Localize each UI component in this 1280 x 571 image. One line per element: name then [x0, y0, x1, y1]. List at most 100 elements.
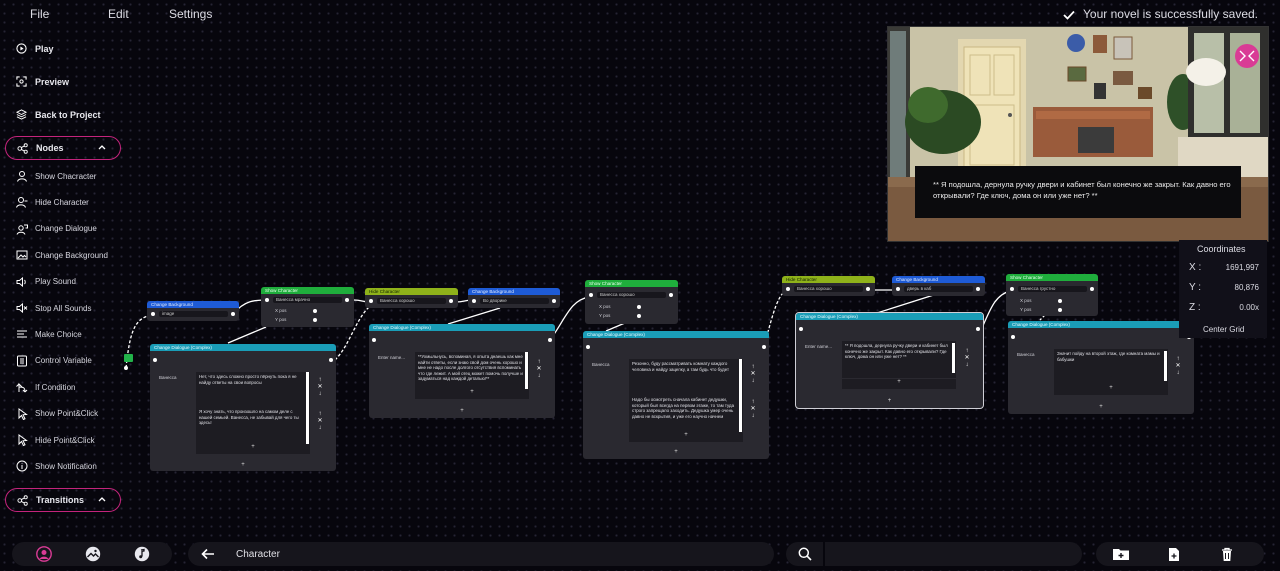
scrollbar[interactable]: [952, 343, 955, 373]
add-choice-button[interactable]: +: [369, 408, 555, 414]
add-line-button[interactable]: +: [842, 379, 956, 389]
speaker-name[interactable]: Enter name...: [805, 344, 832, 349]
add-line-button[interactable]: +: [415, 389, 529, 399]
node-output-port[interactable]: [329, 358, 333, 362]
close-icon[interactable]: ✕: [317, 384, 323, 390]
back-button[interactable]: [198, 544, 218, 564]
move-up-icon[interactable]: ↑: [536, 359, 542, 365]
close-icon[interactable]: ✕: [536, 366, 542, 372]
add-line-button[interactable]: +: [629, 432, 743, 442]
speaker-name[interactable]: Enter name...: [378, 355, 405, 360]
move-down-icon[interactable]: ↓: [317, 391, 323, 397]
dialogue-text[interactable]: **Ухмыльнусь, вспоминая, я опыта днаешь …: [415, 352, 529, 390]
character-select[interactable]: Ванесса хорошо: [794, 286, 863, 292]
node-output-port[interactable]: [1090, 287, 1094, 291]
dialogue-text[interactable]: Нет, что здесь сложно просто пёрнуть пок…: [196, 372, 310, 409]
scrollbar[interactable]: [525, 352, 528, 390]
node-input-port[interactable]: [1011, 335, 1015, 339]
move-down-icon[interactable]: ↓: [536, 373, 542, 379]
close-icon[interactable]: ✕: [750, 406, 756, 412]
node-show-character[interactable]: Show Character Ванесса хорошо X pos Y po…: [585, 280, 678, 324]
scrollbar[interactable]: [306, 372, 309, 409]
move-down-icon[interactable]: ↓: [750, 378, 756, 384]
node-input-port[interactable]: [153, 358, 157, 362]
node-change-dialogue[interactable]: Change Dialogue (Complex) Ванесса Нет, ч…: [150, 344, 336, 471]
node-output-port[interactable]: [345, 298, 349, 302]
node-change-dialogue[interactable]: Change Dialogue (Complex) Enter name... …: [795, 312, 984, 409]
sound-tab[interactable]: [132, 544, 152, 564]
add-choice-button[interactable]: +: [796, 398, 983, 404]
speaker-name[interactable]: Ванесса: [592, 362, 610, 367]
start-node[interactable]: [124, 354, 133, 362]
node-output-port[interactable]: [669, 293, 673, 297]
node-hide-character[interactable]: Hide Character Ванесса хорошо: [782, 276, 875, 296]
new-file-button[interactable]: [1164, 544, 1184, 564]
scrollbar[interactable]: [1164, 351, 1167, 381]
scrollbar[interactable]: [306, 407, 309, 445]
dialogue-text[interactable]: ** Я подошла, дернула ручку двери и каби…: [842, 341, 956, 378]
node-input-port[interactable]: [151, 312, 155, 316]
dialogue-text[interactable]: Надо бы осмотреть сначала кабинет дедушк…: [629, 395, 743, 432]
x-pos-port[interactable]: [637, 305, 641, 309]
node-show-character[interactable]: Show Character Ванесса грустно X pos Y p…: [1006, 274, 1098, 316]
speaker-name[interactable]: Ванесса: [159, 375, 177, 380]
move-down-icon[interactable]: ↓: [317, 425, 323, 431]
node-change-background[interactable]: Change Background image: [147, 301, 239, 321]
character-select[interactable]: Ванесса хорошо: [597, 292, 666, 298]
node-output-port[interactable]: [976, 327, 980, 331]
move-up-icon[interactable]: ↑: [317, 377, 323, 383]
move-up-icon[interactable]: ↑: [317, 411, 323, 417]
scrollbar[interactable]: [739, 359, 742, 396]
scrollbar[interactable]: [739, 395, 742, 432]
node-change-dialogue[interactable]: Change Dialogue (Complex) Enter name... …: [369, 324, 555, 418]
node-output-port[interactable]: [762, 345, 766, 349]
node-input-port[interactable]: [1010, 287, 1014, 291]
node-change-background[interactable]: Change Background дверь в каб: [892, 276, 985, 296]
close-icon[interactable]: ✕: [964, 355, 970, 361]
close-icon[interactable]: ✕: [317, 418, 323, 424]
character-select[interactable]: Ванесса хорошо: [377, 298, 446, 304]
node-input-port[interactable]: [589, 293, 593, 297]
node-hide-character[interactable]: Hide Character Ванесса хорошо: [365, 288, 458, 308]
node-input-port[interactable]: [786, 287, 790, 291]
node-change-background[interactable]: Change Background Во дворике: [468, 288, 560, 308]
move-up-icon[interactable]: ↑: [964, 348, 970, 354]
node-input-port[interactable]: [896, 287, 900, 291]
y-pos-port[interactable]: [313, 318, 317, 322]
node-input-port[interactable]: [799, 327, 803, 331]
node-input-port[interactable]: [472, 299, 476, 303]
add-choice-button[interactable]: +: [150, 462, 336, 468]
background-select[interactable]: image: [159, 311, 228, 317]
y-pos-port[interactable]: [1058, 308, 1062, 312]
node-output-port[interactable]: [866, 287, 870, 291]
move-up-icon[interactable]: ↑: [1175, 356, 1181, 362]
move-up-icon[interactable]: ↑: [750, 364, 756, 370]
add-choice-button[interactable]: +: [1008, 404, 1194, 410]
node-output-port[interactable]: [231, 312, 235, 316]
node-output-port[interactable]: [976, 287, 980, 291]
node-input-port[interactable]: [372, 338, 376, 342]
node-input-port[interactable]: [369, 299, 373, 303]
node-input-port[interactable]: [586, 345, 590, 349]
node-input-port[interactable]: [265, 298, 269, 302]
move-down-icon[interactable]: ↓: [964, 362, 970, 368]
search-bar[interactable]: [786, 542, 1082, 566]
close-icon[interactable]: ✕: [1175, 363, 1181, 369]
character-select[interactable]: Ванесса мрачно: [273, 297, 342, 303]
background-tab[interactable]: [83, 544, 103, 564]
character-tab[interactable]: [34, 544, 54, 564]
move-up-icon[interactable]: ↑: [750, 399, 756, 405]
start-port[interactable]: [124, 366, 128, 370]
node-change-dialogue[interactable]: Change Dialogue (Complex) Ванесса Резонн…: [583, 331, 769, 459]
collapse-preview-button[interactable]: [1235, 44, 1259, 68]
dialogue-text[interactable]: Значит пойду на второй этаж, где комната…: [1054, 349, 1168, 385]
search-button[interactable]: [795, 544, 815, 564]
background-select[interactable]: Во дворике: [480, 298, 549, 304]
character-select[interactable]: Ванесса грустно: [1018, 286, 1087, 292]
y-pos-port[interactable]: [637, 314, 641, 318]
dialogue-text[interactable]: Резонно, буду рассматривать комнату кажд…: [629, 359, 743, 396]
node-change-dialogue[interactable]: Change Dialogue (Complex) Ванесса Значит…: [1008, 321, 1194, 414]
node-output-port[interactable]: [548, 338, 552, 342]
dialogue-text[interactable]: Я хочу знать, что произошло на самом дел…: [196, 407, 310, 445]
move-down-icon[interactable]: ↓: [1175, 370, 1181, 376]
